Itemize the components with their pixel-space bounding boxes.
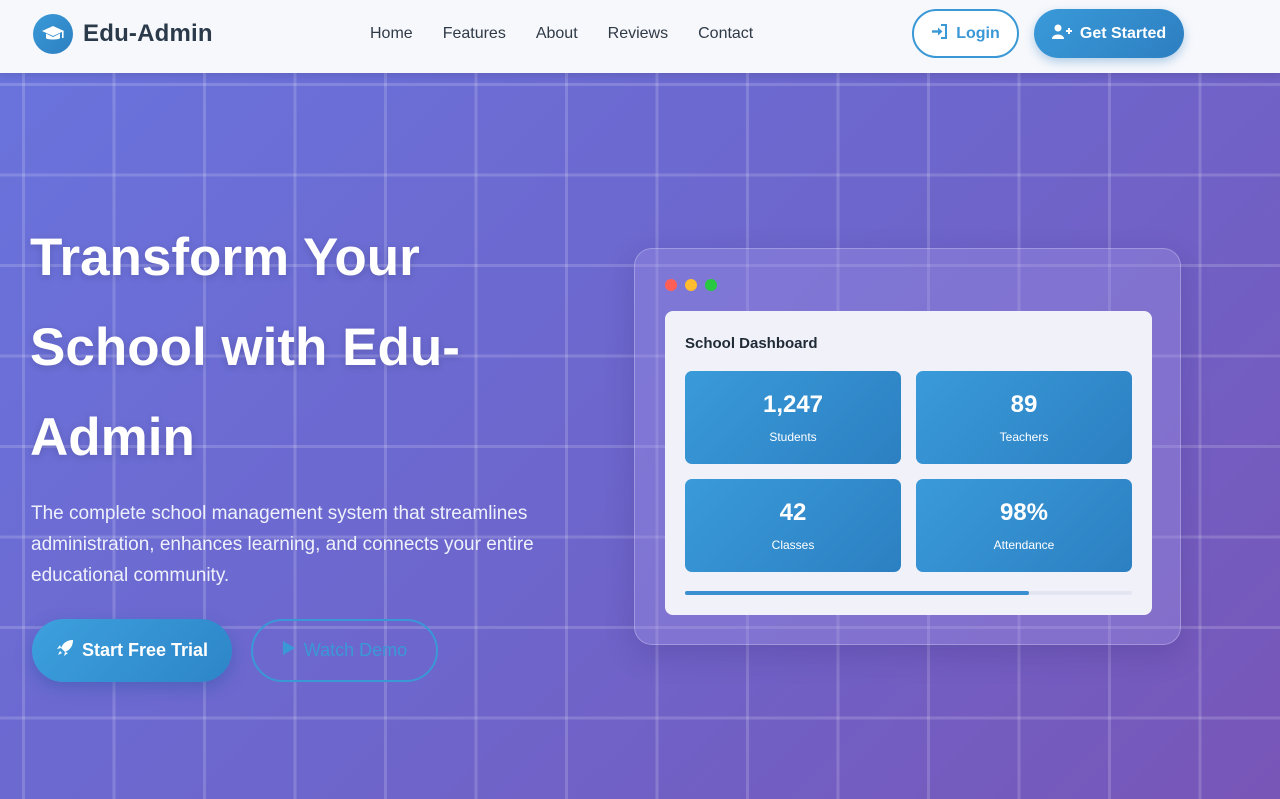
watch-demo-label: Watch Demo <box>303 640 408 660</box>
navbar: Edu-Admin Home Features About Reviews Co… <box>0 0 1280 73</box>
progress-fill <box>685 591 1030 595</box>
stat-card-teachers: 89 Teachers <box>916 371 1132 464</box>
login-button[interactable]: Login <box>912 9 1019 58</box>
nav-link-reviews[interactable]: Reviews <box>608 25 668 43</box>
brand[interactable]: Edu-Admin <box>33 14 213 54</box>
main-nav: Home Features About Reviews Contact <box>370 25 753 43</box>
nav-link-home[interactable]: Home <box>370 25 413 43</box>
user-plus-icon <box>1051 24 1072 44</box>
brand-name: Edu-Admin <box>83 20 213 47</box>
dashboard-card: School Dashboard 1,247 Students 89 Teach… <box>665 311 1152 615</box>
get-started-button[interactable]: Get Started <box>1034 9 1184 58</box>
start-free-trial-button[interactable]: Start Free Trial <box>32 619 232 682</box>
dashboard-preview: School Dashboard 1,247 Students 89 Teach… <box>634 248 1181 645</box>
graduation-cap-icon <box>33 14 73 54</box>
sign-in-icon <box>931 23 948 44</box>
stat-value: 89 <box>1010 391 1038 418</box>
start-free-trial-label: Start Free Trial <box>81 640 209 660</box>
stat-label: Classes <box>771 538 815 552</box>
stat-card-students: 1,247 Students <box>685 371 901 464</box>
window-dot-maximize <box>705 279 717 291</box>
hero-title: Transform Your School with Edu-Admin <box>30 228 460 467</box>
nav-link-features[interactable]: Features <box>443 25 506 43</box>
hero-section: Transform Your School with Edu-Admin The… <box>0 73 1280 799</box>
watch-demo-button[interactable]: Watch Demo <box>251 619 438 682</box>
nav-link-contact[interactable]: Contact <box>698 25 753 43</box>
play-icon <box>282 640 296 661</box>
rocket-icon <box>56 639 74 662</box>
stat-label: Attendance <box>993 538 1055 552</box>
window-dots <box>665 279 717 291</box>
stat-value: 1,247 <box>762 391 824 418</box>
stat-card-attendance: 98% Attendance <box>916 479 1132 572</box>
window-dot-minimize <box>685 279 697 291</box>
nav-link-about[interactable]: About <box>536 25 578 43</box>
login-label: Login <box>956 24 1000 42</box>
stat-label: Students <box>769 430 817 444</box>
get-started-label: Get Started <box>1079 24 1167 42</box>
progress-bar <box>685 591 1132 595</box>
dashboard-title: School Dashboard <box>685 335 818 352</box>
window-dot-close <box>665 279 677 291</box>
hero-subtitle: The complete school management system th… <box>31 503 534 586</box>
stat-card-classes: 42 Classes <box>685 479 901 572</box>
stat-label: Teachers <box>999 430 1049 444</box>
stat-value: 42 <box>779 499 807 526</box>
stat-value: 98% <box>999 499 1049 526</box>
